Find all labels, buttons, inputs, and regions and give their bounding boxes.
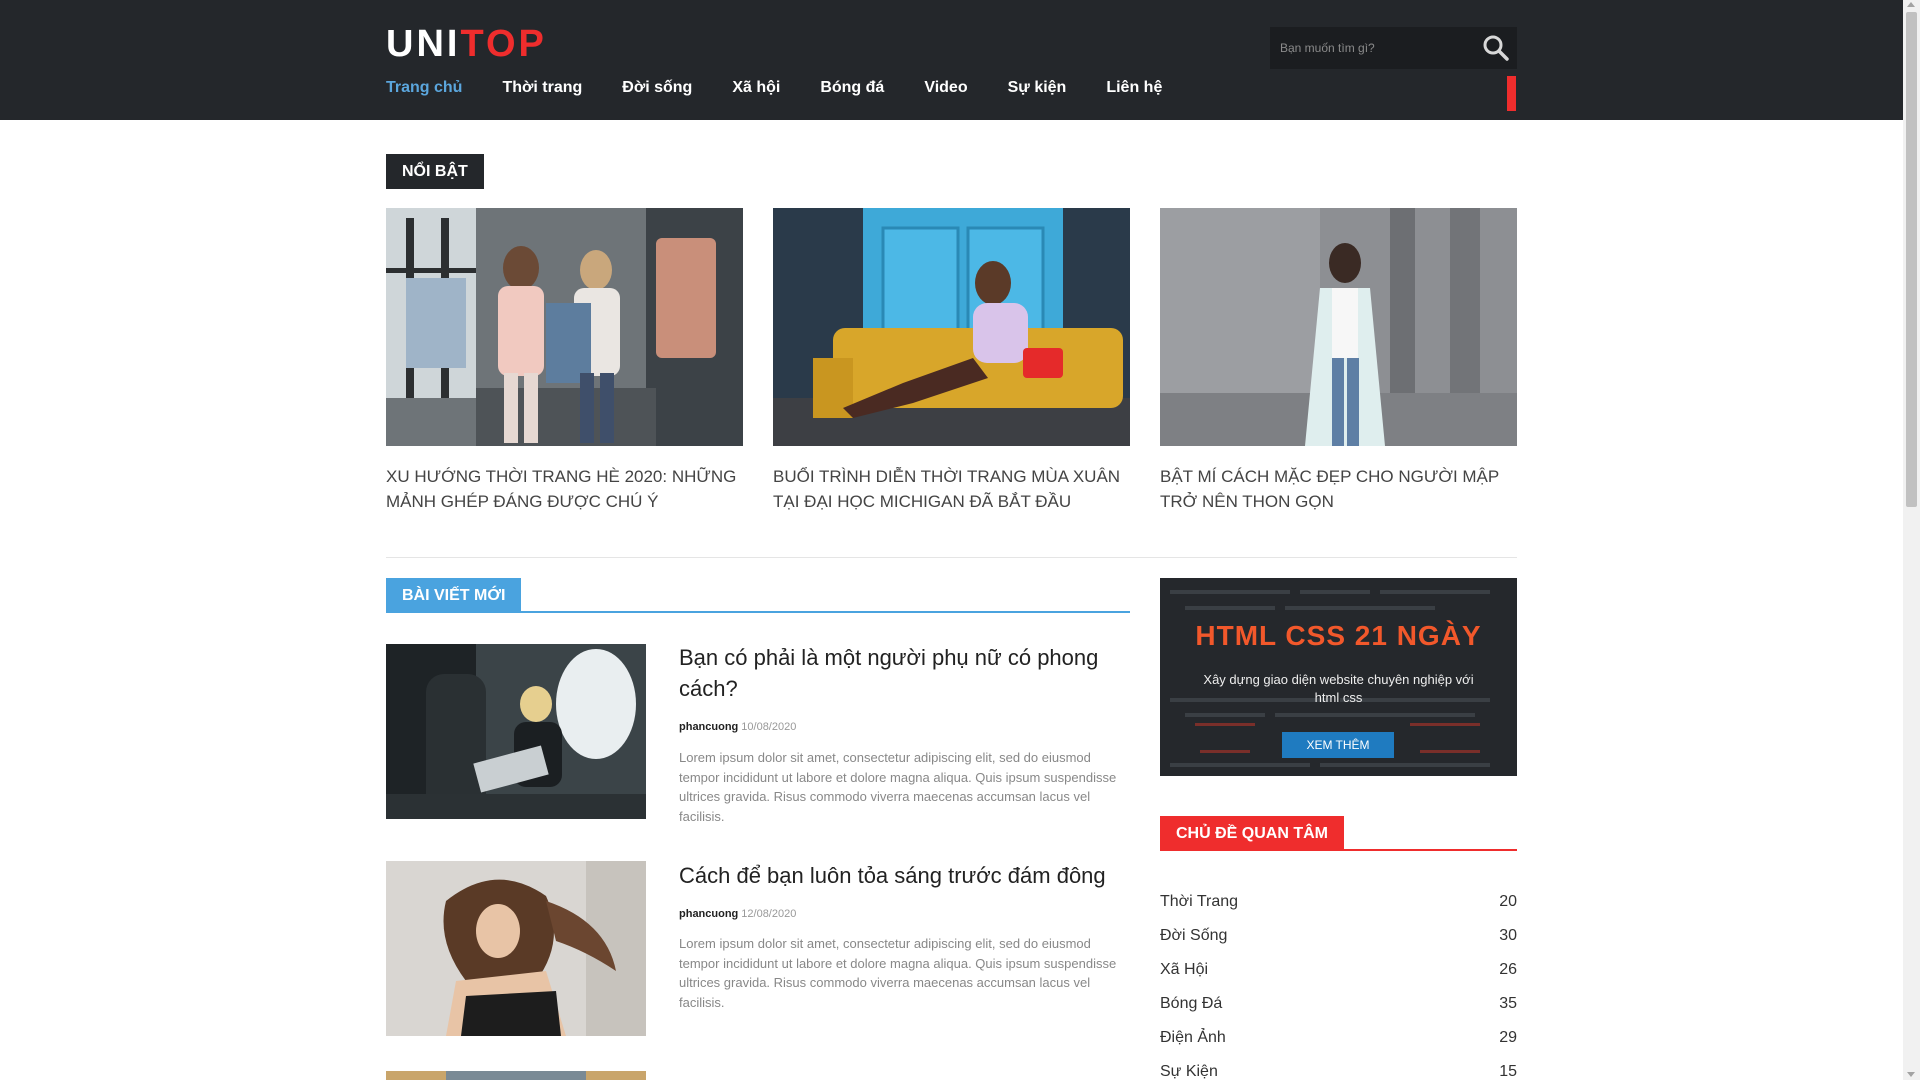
topic-item[interactable]: Xã Hội 26 (1160, 961, 1517, 995)
post-author[interactable]: phancuong (679, 721, 738, 733)
post-title-1[interactable]: Bạn có phải là một người phụ nữ có phong… (679, 642, 1129, 704)
topic-count: 26 (1499, 961, 1517, 978)
course-banner[interactable]: HTML CSS 21 NGÀY Xây dựng giao diện webs… (1160, 578, 1517, 776)
post-meta-1: phancuong 10/08/2020 (679, 721, 796, 733)
latest-section-underline (386, 611, 1130, 613)
topic-count: 20 (1499, 893, 1517, 910)
featured-section-label: NỔI BẬT (386, 154, 484, 189)
nav-football[interactable]: Bóng đá (820, 76, 884, 100)
topic-name: Đời Sống (1160, 927, 1228, 944)
post-excerpt-2: Lorem ipsum dolor sit amet, consectetur … (679, 936, 1117, 1010)
post-author[interactable]: phancuong (679, 908, 738, 920)
site-logo[interactable]: UNITOP (386, 22, 547, 66)
featured-title-2[interactable]: BUỔI TRÌNH DIỄN THỜI TRANG MÙA XUÂN TẠI … (773, 464, 1133, 514)
scroll-up-arrow-icon[interactable] (1907, 2, 1915, 7)
search-button[interactable] (1481, 33, 1511, 63)
banner-more-button[interactable]: XEM THÊM (1282, 732, 1394, 758)
nav-life[interactable]: Đời sống (622, 76, 692, 100)
topics-section-label: CHỦ ĐỀ QUAN TÂM (1160, 816, 1344, 851)
post-excerpt-1: Lorem ipsum dolor sit amet, consectetur … (679, 750, 1117, 824)
topic-item[interactable]: Thời Trang 20 (1160, 893, 1517, 927)
topic-name: Thời Trang (1160, 893, 1239, 910)
banner-subtitle: Xây dựng giao diện website chuyên nghiệp… (1203, 672, 1474, 705)
search-icon (1483, 35, 1509, 61)
nav-society[interactable]: Xã hội (732, 76, 780, 100)
topic-item[interactable]: Bóng Đá 35 (1160, 995, 1517, 1029)
main-nav: Trang chủ Thời trang Đời sống Xã hội Bón… (386, 76, 1202, 100)
nav-contact[interactable]: Liên hệ (1106, 76, 1162, 100)
topic-name: Điện Ảnh (1160, 1029, 1226, 1046)
search-input[interactable] (1270, 27, 1470, 69)
scroll-down-arrow-icon[interactable] (1907, 1072, 1915, 1077)
topic-count: 15 (1499, 1063, 1517, 1080)
topic-count: 35 (1499, 995, 1517, 1012)
topic-name: Bóng Đá (1160, 995, 1223, 1012)
topic-name: Sự Kiện (1160, 1063, 1218, 1080)
nav-events[interactable]: Sự kiện (1008, 76, 1067, 100)
search-box (1270, 27, 1517, 69)
topic-count: 30 (1499, 927, 1517, 944)
topic-count: 29 (1499, 1029, 1517, 1046)
section-divider (386, 557, 1517, 558)
featured-title-3[interactable]: BẬT MÍ CÁCH MẶC ĐẸP CHO NGƯỜI MẬP TRỞ NÊ… (1160, 464, 1520, 514)
site-header: UNITOP Trang chủ Thời trang Đời sống Xã … (0, 0, 1903, 120)
scroll-thumb[interactable] (1906, 12, 1917, 507)
nav-video[interactable]: Video (924, 76, 967, 100)
post-image-3[interactable] (386, 1069, 646, 1080)
post-date: 10/08/2020 (741, 721, 797, 733)
featured-title-1[interactable]: XU HƯỚNG THỜI TRANG HÈ 2020: NHỮNG MẢNH … (386, 464, 746, 514)
featured-image-1[interactable] (386, 208, 743, 446)
post-title-2[interactable]: Cách để bạn luôn tỏa sáng trước đám đông (679, 860, 1129, 891)
post-meta-2: phancuong 12/08/2020 (679, 908, 796, 920)
post-image-2[interactable] (386, 861, 646, 1036)
topic-item[interactable]: Điện Ảnh 29 (1160, 1029, 1517, 1063)
latest-section-label: BÀI VIẾT MỚI (386, 578, 522, 613)
nav-home[interactable]: Trang chủ (386, 76, 462, 100)
topic-item[interactable]: Sự Kiện 15 (1160, 1063, 1517, 1080)
post-image-1[interactable] (386, 644, 646, 819)
topic-name: Xã Hội (1160, 961, 1209, 978)
featured-image-3[interactable] (1160, 208, 1517, 446)
nav-fashion[interactable]: Thời trang (502, 76, 582, 100)
header-accent-bar (1507, 76, 1516, 111)
topics-section-underline (1160, 849, 1517, 851)
topic-item[interactable]: Đời Sống 30 (1160, 927, 1517, 961)
banner-title: HTML CSS 21 NGÀY (1195, 620, 1482, 651)
featured-image-2[interactable] (773, 208, 1130, 446)
post-date: 12/08/2020 (741, 908, 797, 920)
